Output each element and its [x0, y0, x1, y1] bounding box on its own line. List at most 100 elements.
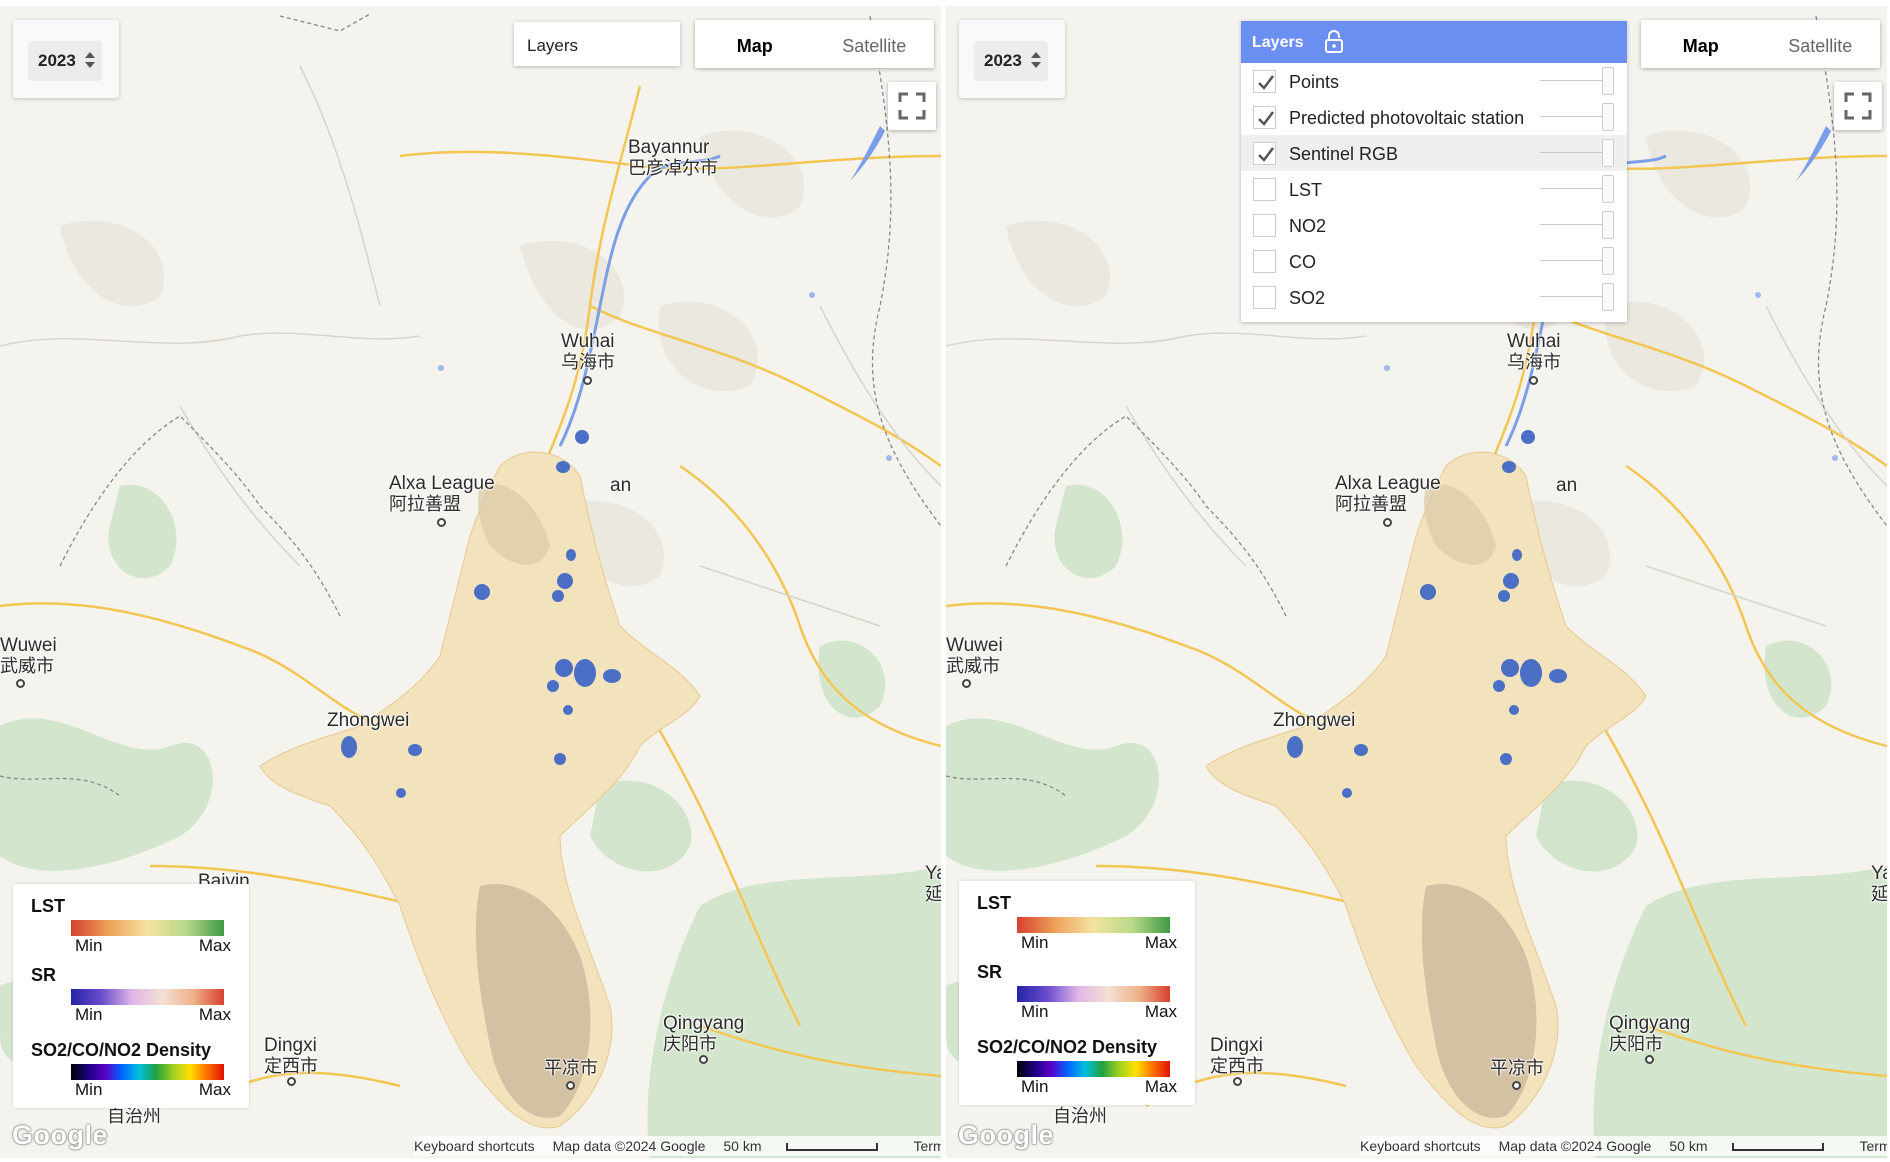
city-dot-wuhai: [1529, 376, 1538, 385]
opacity-slider-track[interactable]: [1540, 188, 1602, 189]
opacity-slider-track[interactable]: [1540, 296, 1602, 297]
opacity-slider-thumb[interactable]: [1602, 283, 1614, 311]
legend-density-min: Min: [75, 1080, 103, 1099]
scale-bar[interactable]: 50 km: [723, 1138, 895, 1154]
checkmark-icon: [1258, 147, 1274, 162]
city-dot-qingyang: [699, 1055, 708, 1064]
spinner-arrows-icon[interactable]: [1030, 49, 1042, 71]
opacity-slider-track[interactable]: [1540, 260, 1602, 261]
fullscreen-button[interactable]: [1834, 82, 1882, 130]
layer-row[interactable]: LST: [1241, 171, 1627, 207]
legend-sr-colorbar: [1017, 986, 1170, 1002]
spinner-arrows-icon[interactable]: [84, 49, 96, 71]
fullscreen-button[interactable]: [888, 82, 936, 130]
scale-label: 50 km: [1669, 1138, 1708, 1154]
map-type-control: Map Satellite: [695, 20, 934, 68]
opacity-slider-thumb[interactable]: [1602, 247, 1614, 275]
layers-panel: Layers Points Predicted photovoltaic stat…: [1241, 21, 1627, 322]
opacity-slider-thumb[interactable]: [1602, 67, 1614, 95]
layer-row[interactable]: SO2: [1241, 279, 1627, 315]
checkmark-icon: [1258, 75, 1274, 90]
keyboard-shortcuts-link[interactable]: Keyboard shortcuts: [414, 1138, 535, 1154]
city-label-bayannur: Bayannur 巴彦淖尔市: [628, 137, 718, 179]
google-logo[interactable]: Google: [958, 1120, 1054, 1151]
legend-sr-max: Max: [198, 1005, 231, 1024]
layer-row[interactable]: Points: [1241, 63, 1627, 99]
legend-lst-colorbar: [1017, 917, 1170, 933]
city-dot-wuhai: [583, 376, 592, 385]
map-data-attribution[interactable]: Map data ©2024 Google: [1499, 1138, 1652, 1154]
year-select[interactable]: 2023: [974, 41, 1048, 81]
opacity-slider-thumb[interactable]: [1602, 211, 1614, 239]
opacity-slider-track[interactable]: [1540, 116, 1602, 117]
legend-lst-colorbar: [71, 920, 224, 936]
right-map-panel[interactable]: Wuhai 乌海市 Alxa League 阿拉善盟 an Wuwei 武威市 Zho…: [946, 6, 1887, 1158]
lock-open-icon[interactable]: [1323, 30, 1345, 54]
terms-link[interactable]: Terms: [914, 1138, 941, 1154]
layers-button[interactable]: Layers: [514, 22, 680, 66]
layer-checkbox[interactable]: [1253, 70, 1276, 93]
legend-density-max: Max: [1144, 1077, 1177, 1096]
city-label-zhongwei: Zhongwei: [327, 710, 410, 731]
city-dot-dingxi: [287, 1077, 296, 1086]
layer-row[interactable]: NO2: [1241, 207, 1627, 243]
layer-checkbox[interactable]: [1253, 286, 1276, 309]
city-dot-alxa: [1383, 518, 1392, 527]
layer-row[interactable]: CO: [1241, 243, 1627, 279]
city-label-zhongwei: Zhongwei: [1273, 710, 1356, 731]
city-label-yanan-partial: Ya延: [1871, 863, 1887, 905]
city-label-yinchuan-partial: an: [610, 475, 632, 496]
legend-density-title: SO2/CO/NO2 Density: [31, 1040, 212, 1060]
city-label-wuwei: Wuwei 武威市: [946, 635, 1003, 677]
city-label-yanan-partial: Ya延: [925, 863, 941, 905]
layer-row[interactable]: Sentinel RGB: [1241, 135, 1627, 171]
map-footer: Keyboard shortcuts Map data ©2024 Google…: [414, 1136, 941, 1156]
scale-bar[interactable]: 50 km: [1669, 1138, 1841, 1154]
opacity-slider-thumb[interactable]: [1602, 103, 1614, 131]
opacity-slider-thumb[interactable]: [1602, 139, 1614, 167]
map-type-map-button[interactable]: Map: [695, 20, 815, 68]
keyboard-shortcuts-link[interactable]: Keyboard shortcuts: [1360, 1138, 1481, 1154]
opacity-slider-track[interactable]: [1540, 224, 1602, 225]
year-selector-container: 2023: [959, 20, 1065, 98]
map-data-attribution[interactable]: Map data ©2024 Google: [553, 1138, 706, 1154]
map-type-satellite-button[interactable]: Satellite: [1761, 20, 1881, 68]
legend-density-max: Max: [198, 1080, 231, 1099]
layer-checkbox[interactable]: [1253, 142, 1276, 165]
left-map-panel[interactable]: Bayannur 巴彦淖尔市 Wuhai 乌海市 Alxa League 阿拉善盟 a…: [0, 6, 941, 1158]
layer-checkbox[interactable]: [1253, 214, 1276, 237]
layer-name: Predicted photovoltaic station: [1289, 108, 1525, 128]
fullscreen-icon: [1844, 92, 1872, 120]
city-dot-qingyang: [1645, 1055, 1654, 1064]
fullscreen-icon: [898, 92, 926, 120]
city-label-alxa: Alxa League 阿拉善盟: [389, 473, 495, 515]
scale-line: [785, 1143, 878, 1152]
checkmark-icon: [1258, 111, 1274, 126]
legend-density-title: SO2/CO/NO2 Density: [977, 1037, 1158, 1057]
layer-checkbox[interactable]: [1253, 178, 1276, 201]
year-selector-container: 2023: [13, 20, 119, 98]
google-logo[interactable]: Google: [12, 1120, 108, 1151]
map-footer: Keyboard shortcuts Map data ©2024 Google…: [1360, 1136, 1887, 1156]
city-label-alxa: Alxa League 阿拉善盟: [1335, 473, 1441, 515]
opacity-slider-track[interactable]: [1540, 152, 1602, 153]
city-dot-pingliang: [1512, 1081, 1521, 1090]
city-dot-wuwei: [16, 679, 25, 688]
legend-sr-title: SR: [977, 962, 1003, 982]
layer-checkbox[interactable]: [1253, 106, 1276, 129]
layers-panel-header[interactable]: Layers: [1241, 21, 1627, 63]
city-label-qingyang: Qingyang 庆阳市: [1609, 1013, 1691, 1055]
opacity-slider-track[interactable]: [1540, 80, 1602, 81]
year-select[interactable]: 2023: [28, 41, 102, 81]
layer-checkbox[interactable]: [1253, 250, 1276, 273]
opacity-slider-thumb[interactable]: [1602, 175, 1614, 203]
terms-link[interactable]: Terms: [1860, 1138, 1887, 1154]
city-label-wuwei: Wuwei 武威市: [0, 635, 57, 677]
layer-row[interactable]: Predicted photovoltaic station: [1241, 99, 1627, 135]
year-value: 2023: [984, 51, 1022, 70]
city-label-dingxi: Dingxi 定西市: [264, 1035, 318, 1077]
layer-name: SO2: [1289, 288, 1326, 308]
scale-line: [1731, 1143, 1824, 1152]
map-type-satellite-button[interactable]: Satellite: [815, 20, 935, 68]
map-type-map-button[interactable]: Map: [1641, 20, 1761, 68]
